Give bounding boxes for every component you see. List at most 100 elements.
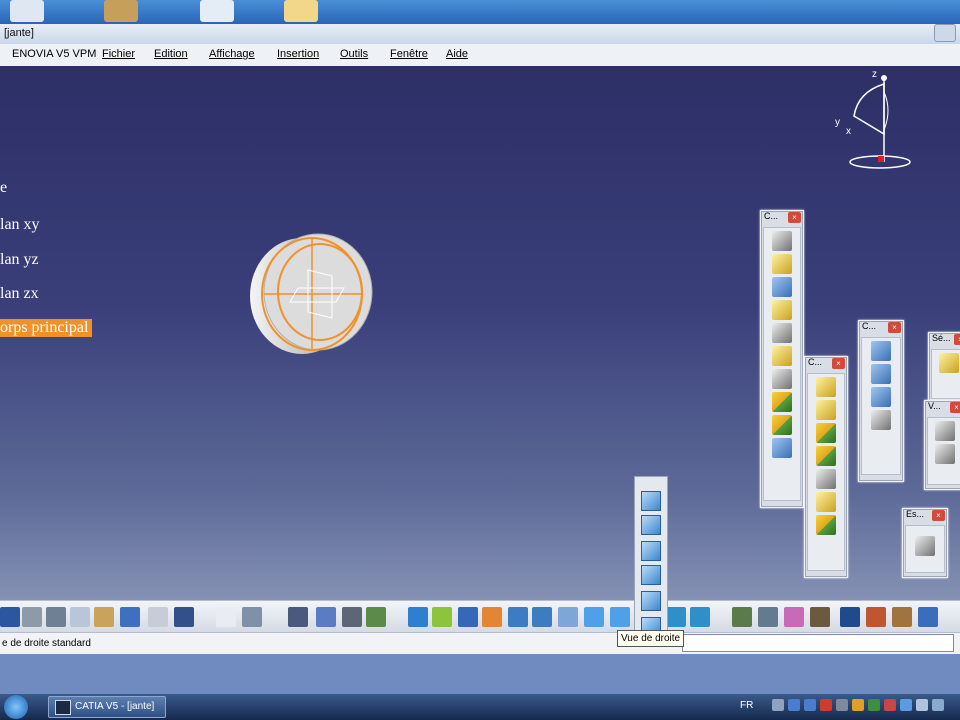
catalog-icon[interactable]: [316, 607, 336, 627]
desktop-icon[interactable]: [200, 0, 234, 22]
desktop-icon[interactable]: [104, 0, 138, 22]
toolbox-dress-up[interactable]: C... ×: [804, 356, 848, 578]
chamfer-icon[interactable]: [816, 400, 836, 420]
right-view-icon[interactable]: [641, 591, 661, 611]
view-mode-icon[interactable]: [935, 444, 955, 464]
pad-icon[interactable]: [772, 231, 792, 251]
close-icon[interactable]: ×: [932, 510, 945, 521]
pocket-icon[interactable]: [772, 254, 792, 274]
normal-view-icon[interactable]: [558, 607, 578, 627]
knowledge-icon[interactable]: [242, 607, 262, 627]
loft-icon[interactable]: [772, 415, 792, 435]
tree-item-plan-xy[interactable]: lan xy: [0, 216, 40, 234]
slot-icon[interactable]: [772, 369, 792, 389]
menu-affichage[interactable]: Affichage: [209, 48, 255, 60]
toolbox-sketch-based[interactable]: C... ×: [760, 210, 804, 508]
iso-view-icon[interactable]: [610, 607, 630, 627]
remove-loft-icon[interactable]: [772, 438, 792, 458]
tree-item-corps-principal[interactable]: orps principal: [0, 319, 93, 337]
translation-icon[interactable]: [871, 341, 891, 361]
save-icon[interactable]: [0, 607, 20, 627]
hide-show-icon[interactable]: [690, 607, 710, 627]
shell-icon[interactable]: [816, 446, 836, 466]
menu-outils[interactable]: Outils: [340, 48, 368, 60]
analysis-icon[interactable]: [840, 607, 860, 627]
fit-all-icon[interactable]: [432, 607, 452, 627]
toolbox-select[interactable]: Sé...×: [928, 332, 960, 404]
zoom-out-icon[interactable]: [532, 607, 552, 627]
toolbox-sketcher[interactable]: Es... ×: [902, 508, 948, 578]
tray-icon[interactable]: [788, 699, 800, 711]
mirror-icon[interactable]: [871, 364, 891, 384]
tray-icon[interactable]: [820, 699, 832, 711]
cut-icon[interactable]: [46, 607, 66, 627]
rotate-icon[interactable]: [482, 607, 502, 627]
pan-icon[interactable]: [458, 607, 478, 627]
tray-icon[interactable]: [804, 699, 816, 711]
scaling-icon[interactable]: [871, 410, 891, 430]
tray-icon[interactable]: [852, 699, 864, 711]
taskbar-catia-button[interactable]: CATIA V5 - [jante]: [48, 696, 166, 718]
part-cylinder[interactable]: [246, 232, 378, 362]
3d-viewport[interactable]: e lan xy lan yz lan zx orps principal z …: [0, 66, 960, 600]
draft-analysis-icon[interactable]: [866, 607, 886, 627]
groove-icon[interactable]: [772, 300, 792, 320]
close-icon[interactable]: ×: [888, 322, 901, 333]
menu-aide[interactable]: Aide: [446, 48, 468, 60]
help-icon[interactable]: [174, 607, 194, 627]
update-icon[interactable]: [366, 607, 386, 627]
menu-enovia[interactable]: ENOVIA V5 VPM: [12, 48, 96, 60]
stiffener-icon[interactable]: [772, 392, 792, 412]
sketch-icon[interactable]: [915, 536, 935, 556]
multi-view-icon[interactable]: [584, 607, 604, 627]
minimize-button[interactable]: [934, 24, 956, 42]
tray-icon[interactable]: [900, 699, 912, 711]
tree-item-plan-zx[interactable]: lan zx: [0, 285, 39, 303]
redo-icon[interactable]: [148, 607, 168, 627]
formula-icon[interactable]: [216, 607, 236, 627]
tray-icon[interactable]: [868, 699, 880, 711]
front-view-icon[interactable]: [641, 515, 661, 535]
tray-icon[interactable]: [932, 699, 944, 711]
fly-mode-icon[interactable]: [408, 607, 428, 627]
close-icon[interactable]: ×: [832, 358, 845, 369]
close-icon[interactable]: ×: [954, 334, 960, 345]
copy-icon[interactable]: [70, 607, 90, 627]
tray-icon[interactable]: [884, 699, 896, 711]
compass-icon[interactable]: z y x: [830, 70, 920, 176]
thread-icon[interactable]: [816, 492, 836, 512]
start-button[interactable]: [4, 695, 28, 719]
shaft-icon[interactable]: [772, 277, 792, 297]
command-input[interactable]: [682, 634, 954, 652]
thickness-icon[interactable]: [816, 469, 836, 489]
pattern-icon[interactable]: [871, 387, 891, 407]
tray-icon[interactable]: [772, 699, 784, 711]
iso-view-icon[interactable]: [641, 491, 661, 511]
print-icon[interactable]: [22, 607, 42, 627]
menu-edition[interactable]: Edition: [154, 48, 188, 60]
menu-insertion[interactable]: Insertion: [277, 48, 319, 60]
language-indicator[interactable]: FR: [740, 700, 753, 711]
tray-icon[interactable]: [916, 699, 928, 711]
tray-icon[interactable]: [836, 699, 848, 711]
select-arrow-icon[interactable]: [939, 353, 959, 373]
shading-icon[interactable]: [666, 607, 686, 627]
hole-icon[interactable]: [772, 323, 792, 343]
curvature-icon[interactable]: [892, 607, 912, 627]
measure-item-icon[interactable]: [784, 607, 804, 627]
menu-fenetre[interactable]: Fenêtre: [390, 48, 428, 60]
fillet-icon[interactable]: [816, 377, 836, 397]
toolbox-transformation[interactable]: C... ×: [858, 320, 904, 482]
menu-fichier[interactable]: Fichier: [102, 48, 135, 60]
desktop-icon[interactable]: [10, 0, 44, 22]
draft-icon[interactable]: [816, 423, 836, 443]
rib-icon[interactable]: [772, 346, 792, 366]
left-view-icon[interactable]: [641, 565, 661, 585]
inertia-icon[interactable]: [810, 607, 830, 627]
desktop-icon[interactable]: [284, 0, 318, 22]
view-mode-icon[interactable]: [935, 421, 955, 441]
remove-face-icon[interactable]: [816, 515, 836, 535]
zoom-in-icon[interactable]: [508, 607, 528, 627]
measure-icon[interactable]: [758, 607, 778, 627]
close-icon[interactable]: ×: [788, 212, 801, 223]
